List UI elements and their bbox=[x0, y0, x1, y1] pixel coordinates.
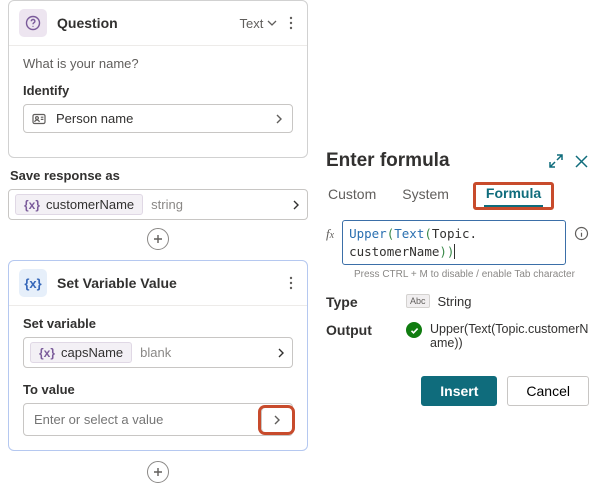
open-value-picker-button[interactable] bbox=[261, 408, 292, 432]
set-variable-label: Set variable bbox=[23, 316, 293, 331]
insert-button[interactable]: Insert bbox=[421, 376, 497, 406]
save-response-variable[interactable]: {x} customerName string bbox=[8, 189, 308, 220]
to-value-label: To value bbox=[23, 382, 293, 397]
variable-chip: {x} customerName bbox=[15, 194, 143, 215]
panel-tabs: Custom System Formula bbox=[326, 182, 589, 210]
to-value-input[interactable] bbox=[24, 404, 261, 435]
set-variable-header: {x} Set Variable Value bbox=[9, 261, 307, 306]
identify-label: Identify bbox=[23, 83, 293, 98]
more-icon[interactable] bbox=[285, 16, 297, 30]
response-type-selector[interactable]: Text bbox=[240, 16, 277, 31]
variable-icon: {x} bbox=[39, 346, 55, 360]
identify-selector[interactable]: Person name bbox=[23, 104, 293, 133]
type-value: String bbox=[438, 294, 472, 309]
chevron-right-icon bbox=[291, 199, 301, 211]
output-label: Output bbox=[326, 322, 382, 338]
check-icon bbox=[406, 322, 422, 338]
to-value-input-row bbox=[23, 403, 293, 436]
formula-hint: Press CTRL + M to disable / enable Tab c… bbox=[354, 269, 589, 280]
question-icon bbox=[19, 9, 47, 37]
more-icon[interactable] bbox=[285, 276, 297, 290]
add-node-button[interactable] bbox=[147, 228, 169, 250]
close-icon[interactable] bbox=[574, 154, 589, 169]
output-value: Upper(Text(Topic.customerName)) bbox=[430, 322, 589, 350]
set-variable-node: {x} Set Variable Value Set variable {x} … bbox=[8, 260, 308, 451]
variable-icon: {x} bbox=[24, 198, 40, 212]
string-type-icon: Abc bbox=[406, 294, 430, 308]
question-header: Question Text bbox=[9, 1, 307, 46]
info-icon[interactable] bbox=[574, 220, 589, 241]
formula-panel: Enter formula Custom System Formula fx U… bbox=[320, 140, 595, 410]
person-icon bbox=[32, 112, 48, 126]
cancel-button[interactable]: Cancel bbox=[507, 376, 589, 406]
question-prompt: What is your name? bbox=[23, 56, 293, 71]
chevron-right-icon bbox=[274, 113, 284, 125]
panel-title: Enter formula bbox=[326, 150, 538, 172]
chevron-down-icon bbox=[267, 18, 277, 28]
type-label: Type bbox=[326, 294, 382, 310]
variable-node-icon: {x} bbox=[19, 269, 47, 297]
add-node-button[interactable] bbox=[147, 461, 169, 483]
variable-chip: {x} capsName bbox=[30, 342, 132, 363]
tab-system[interactable]: System bbox=[400, 182, 451, 210]
target-variable-selector[interactable]: {x} capsName blank bbox=[23, 337, 293, 368]
fx-icon: fx bbox=[326, 220, 334, 242]
question-node: Question Text What is your name? Identif… bbox=[8, 0, 308, 158]
question-title: Question bbox=[57, 15, 240, 31]
save-response-label: Save response as bbox=[10, 168, 308, 183]
formula-editor[interactable]: Upper(Text(Topic.customerName))​ bbox=[342, 220, 566, 265]
tab-formula[interactable]: Formula bbox=[484, 181, 543, 207]
expand-icon[interactable] bbox=[548, 153, 564, 169]
set-variable-title: Set Variable Value bbox=[57, 275, 285, 291]
tab-custom[interactable]: Custom bbox=[326, 182, 378, 210]
chevron-right-icon bbox=[276, 347, 286, 359]
